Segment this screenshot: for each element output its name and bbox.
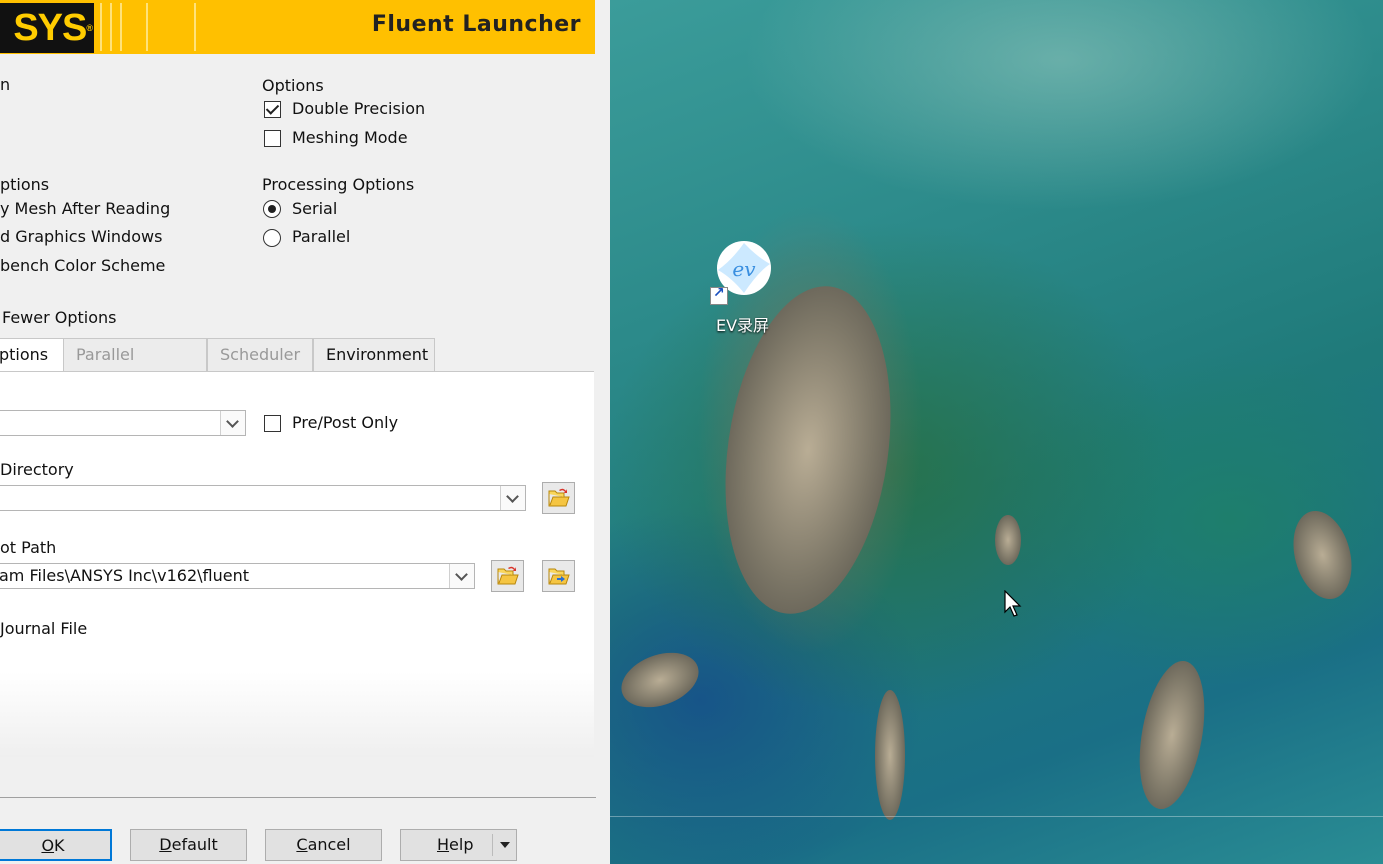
fewer-options-toggle[interactable]: Fewer Options [2,308,117,328]
wallpaper-island [995,515,1021,565]
parallel-label[interactable]: Parallel [292,227,350,247]
working-directory-label: Directory [0,460,74,479]
pre-post-only-checkbox[interactable] [264,415,281,432]
banner-stripe [100,3,102,51]
serial-radio[interactable] [263,200,281,218]
help-button[interactable]: Help [400,829,517,861]
banner-stripe [194,3,196,51]
default-button[interactable]: Default [130,829,247,861]
version-combo[interactable] [0,410,246,436]
display-mesh-after-reading[interactable]: y Mesh After Reading [0,199,170,219]
ansys-logo: SYS® [0,3,94,53]
ok-button[interactable]: OK [0,829,112,861]
chevron-down-icon[interactable] [500,486,525,510]
root-path-value: am Files\ANSYS Inc\v162\fluent [0,566,249,585]
tab-parallel-settings[interactable]: Parallel Settings [63,338,207,395]
svg-text:ev: ev [732,257,756,281]
display-options-heading: ptions [0,175,50,194]
root-path-label: ot Path [0,538,57,557]
pre-post-only-label[interactable]: Pre/Post Only [292,413,398,433]
ansys-banner: SYS® Fluent Launcher [0,0,595,54]
banner-stripe [120,3,122,51]
banner-stripe [110,3,112,51]
shortcut-arrow-icon [710,285,728,305]
double-precision-label[interactable]: Double Precision [292,99,425,119]
folder-open-icon [497,566,519,585]
chevron-down-icon[interactable] [449,564,474,588]
dialog-separator [0,797,596,798]
wallpaper-island [613,642,707,718]
tab-environment[interactable]: Environment [313,338,435,371]
banner-stripe [146,3,148,51]
tab-scheduler[interactable]: Scheduler [207,338,313,371]
folder-open-icon [548,488,570,507]
wallpaper-island [1284,504,1361,606]
help-divider [492,834,493,856]
desktop-wallpaper [610,0,1383,864]
chevron-down-icon[interactable] [220,411,245,435]
cut-label: n [0,75,11,94]
serial-label[interactable]: Serial [292,199,337,219]
browse-working-directory-button[interactable] [542,482,575,514]
root-path-combo[interactable]: am Files\ANSYS Inc\v162\fluent [0,563,475,589]
wallpaper-island [875,690,905,820]
processing-options-heading: Processing Options [262,175,415,194]
double-precision-checkbox[interactable] [264,101,281,118]
folder-reset-icon [548,568,570,585]
meshing-mode-label[interactable]: Meshing Mode [292,128,408,148]
embed-graphics-windows[interactable]: d Graphics Windows [0,227,162,247]
meshing-mode-checkbox[interactable] [264,130,281,147]
taskbar-edge [610,816,1383,817]
launcher-title: Fluent Launcher [371,12,581,37]
fluent-launcher-dialog: SYS® Fluent Launcher n ptions y Mesh Aft… [0,0,610,864]
parallel-radio[interactable] [263,229,281,247]
tab-general-options[interactable]: ptions [0,338,64,373]
cancel-button[interactable]: Cancel [265,829,382,861]
caret-down-icon[interactable] [500,842,510,848]
working-directory-combo[interactable] [0,485,526,511]
ev-recorder-label[interactable]: EV录屏 [716,312,769,336]
browse-root-path-button[interactable] [491,560,524,592]
options-heading: Options [262,76,324,95]
wallpaper-island [1129,655,1215,815]
mouse-cursor-icon [1004,590,1022,617]
workbench-color-scheme[interactable]: bench Color Scheme [0,256,165,276]
reset-root-path-button[interactable] [542,560,575,592]
journal-file-label[interactable]: Journal File [0,619,87,639]
